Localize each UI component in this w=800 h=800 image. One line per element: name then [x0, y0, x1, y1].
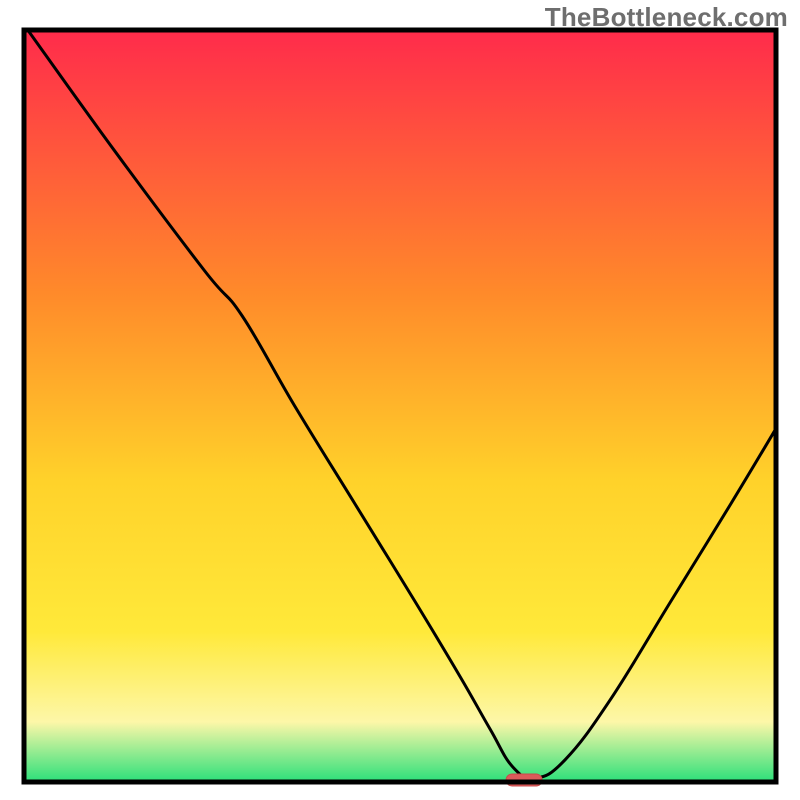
chart-svg [0, 0, 800, 800]
plot-background [24, 30, 776, 782]
chart-container: { "watermark": "TheBottleneck.com", "col… [0, 0, 800, 800]
watermark-text: TheBottleneck.com [545, 2, 788, 33]
